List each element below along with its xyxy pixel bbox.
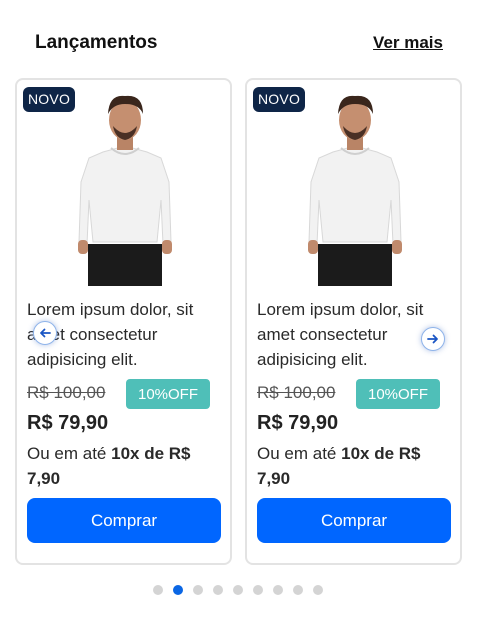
current-price: R$ 79,90 bbox=[257, 412, 339, 434]
installment-prefix: Ou em até bbox=[257, 444, 342, 463]
old-price: R$ 100,00 bbox=[257, 383, 336, 402]
discount-badge: 10%OFF bbox=[356, 379, 440, 409]
buy-button[interactable]: Comprar bbox=[27, 498, 221, 543]
pagination-dot[interactable] bbox=[313, 585, 323, 595]
discount-badge: 10%OFF bbox=[126, 379, 210, 409]
pagination-dot[interactable] bbox=[233, 585, 243, 595]
product-carousel: NOVO Lorem ipsum dolor, sit amet consect… bbox=[0, 78, 480, 568]
pagination-dot[interactable] bbox=[193, 585, 203, 595]
product-photo bbox=[308, 95, 402, 286]
installment-info: Ou em até 10x de R$ 7,90 bbox=[27, 441, 217, 491]
carousel-prev-button[interactable] bbox=[33, 321, 57, 345]
product-photo bbox=[78, 95, 172, 286]
carousel-next-button[interactable] bbox=[421, 327, 445, 351]
installment-prefix: Ou em até bbox=[27, 444, 112, 463]
buy-button[interactable]: Comprar bbox=[257, 498, 451, 543]
pagination-dot[interactable] bbox=[253, 585, 263, 595]
pagination-dot[interactable] bbox=[293, 585, 303, 595]
arrow-left-icon bbox=[40, 328, 51, 338]
product-description: Lorem ipsum dolor, sit amet consectetur … bbox=[27, 300, 194, 369]
section-header: Lançamentos Ver mais bbox=[0, 0, 480, 70]
see-more-link[interactable]: Ver mais bbox=[373, 33, 443, 53]
installment-info: Ou em até 10x de R$ 7,90 bbox=[257, 441, 447, 491]
product-card[interactable]: NOVO Lorem ipsum dolor, sit amet consect… bbox=[245, 78, 462, 565]
current-price: R$ 79,90 bbox=[27, 412, 109, 434]
pagination-dot[interactable] bbox=[273, 585, 283, 595]
section-title: Lançamentos bbox=[35, 32, 158, 53]
pagination-dot[interactable] bbox=[153, 585, 163, 595]
arrow-right-icon bbox=[427, 334, 438, 344]
old-price: R$ 100,00 bbox=[27, 383, 106, 402]
pagination-dot[interactable] bbox=[173, 585, 183, 595]
carousel-pagination bbox=[153, 585, 323, 595]
pagination-dot[interactable] bbox=[213, 585, 223, 595]
